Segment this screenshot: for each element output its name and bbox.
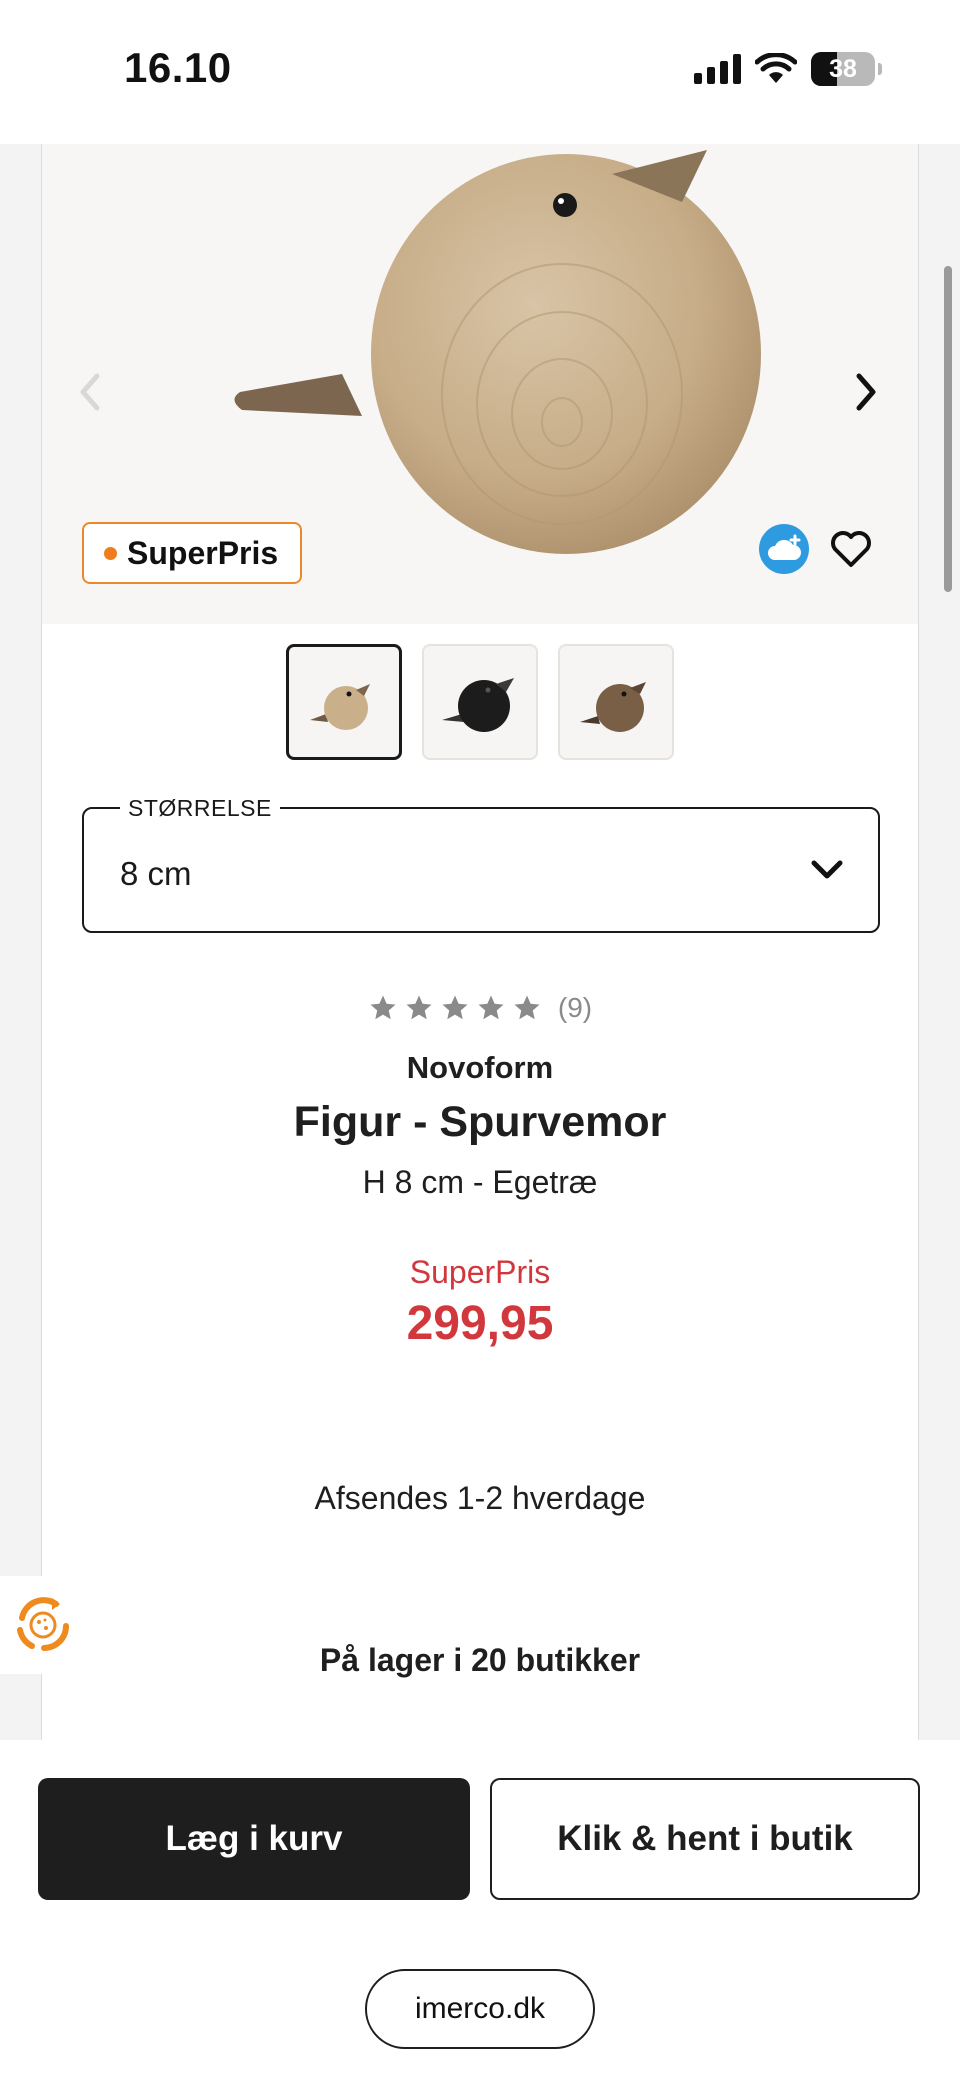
chevron-left-icon (80, 373, 100, 411)
product-card: SuperPris STØRRELSE 8 cm (9) Novoform Fi… (41, 144, 919, 1740)
stock-info[interactable]: På lager i 20 butikker (42, 1642, 918, 1679)
thumbnail-oak[interactable] (286, 644, 402, 760)
status-icons: 38 (694, 52, 882, 86)
bottom-action-bar: Læg i kurv Klik & hent i butik imerco.dk (0, 1740, 960, 2081)
thumbnail-list (286, 644, 674, 760)
product-price: 299,95 (406, 1297, 554, 1350)
badge-dot (104, 546, 117, 560)
walnut-bird-thumbnail (580, 682, 646, 732)
star-icon (406, 995, 432, 1020)
product-brand[interactable]: Novoform (42, 1050, 918, 1086)
oak-bird-thumbnail (310, 684, 370, 730)
thumbnail-walnut[interactable] (558, 644, 674, 760)
black-bird-thumbnail (442, 678, 514, 732)
browser-url-pill[interactable]: imerco.dk (365, 1969, 595, 2049)
wifi-icon (755, 53, 797, 83)
carousel-next-button[interactable] (844, 370, 888, 414)
battery-percent: 38 (829, 54, 857, 83)
click-collect-button[interactable]: Klik & hent i butik (490, 1778, 920, 1900)
scrollbar[interactable] (944, 266, 952, 592)
product-subtitle: H 8 cm - Egetræ (362, 1164, 598, 1200)
star-icon (478, 995, 504, 1020)
badge-label: SuperPris (127, 534, 279, 571)
carousel-prev-button[interactable] (68, 370, 112, 414)
floating-widget-button[interactable] (0, 1576, 86, 1674)
signal-icon (694, 54, 741, 84)
save-to-cloud-button[interactable] (759, 524, 809, 574)
star-icon (370, 995, 396, 1020)
favorite-button[interactable] (826, 524, 876, 574)
cloud-plus-icon (768, 534, 802, 560)
heart-icon (831, 531, 871, 567)
size-select-value: 8 cm (120, 855, 192, 892)
rating-count: (9) (557, 992, 593, 1023)
product-rating[interactable]: (9) (42, 992, 918, 1024)
status-time: 16.10 (124, 44, 232, 91)
star-icon (442, 995, 468, 1020)
shipping-info: Afsendes 1-2 hverdage (314, 1480, 646, 1516)
price-label: SuperPris (409, 1254, 551, 1290)
star-icon (514, 995, 540, 1020)
add-to-cart-button[interactable]: Læg i kurv (38, 1778, 470, 1900)
size-select[interactable]: STØRRELSE 8 cm (82, 795, 880, 933)
sync-cookie-icon (17, 1597, 69, 1651)
status-bar: 16.10 38 (0, 0, 960, 144)
chevron-down-icon (811, 860, 843, 879)
page-content[interactable]: SuperPris STØRRELSE 8 cm (9) Novoform Fi… (0, 144, 960, 1740)
superpris-badge: SuperPris (82, 522, 303, 584)
chevron-right-icon (856, 373, 876, 411)
size-select-label: STØRRELSE (120, 795, 280, 822)
product-image-carousel[interactable]: SuperPris (42, 144, 918, 624)
thumbnail-black[interactable] (422, 644, 538, 760)
product-title: Figur - Spurvemor (293, 1098, 667, 1146)
battery-icon: 38 (811, 52, 882, 86)
